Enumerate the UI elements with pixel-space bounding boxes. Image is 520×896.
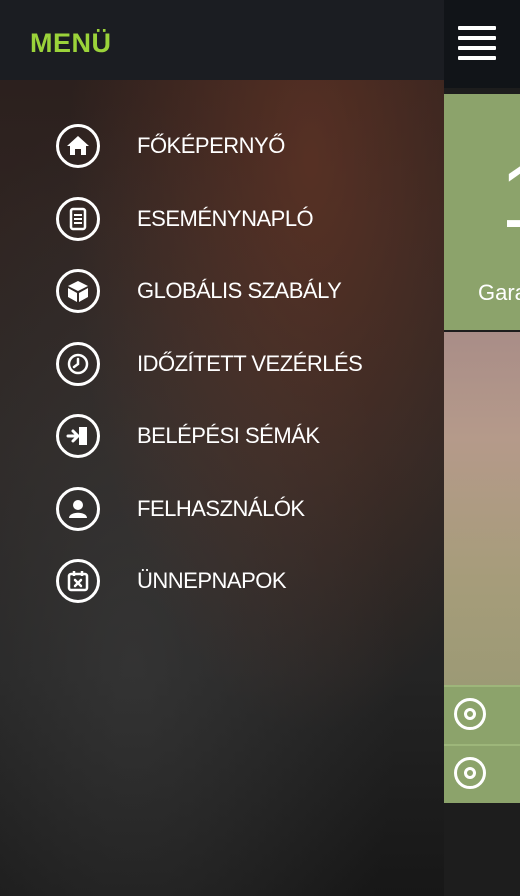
menu-title: MENÜ: [30, 28, 112, 58]
menu-item-label: GLOBÁLIS SZABÁLY: [137, 278, 342, 304]
drawer-header: MENÜ: [0, 0, 444, 80]
menu-list: FŐKÉPERNYŐ ESEMÉNYNAPLÓ GLOBÁLIS SZABÁLY…: [0, 110, 444, 618]
menu-item-label: ESEMÉNYNAPLÓ: [137, 205, 314, 231]
status-count: 1: [500, 150, 520, 242]
menu-item-global-rule[interactable]: GLOBÁLIS SZABÁLY: [0, 255, 444, 328]
menu-item-event-log[interactable]: ESEMÉNYNAPLÓ: [0, 183, 444, 256]
top-bar: [444, 0, 520, 88]
navigation-drawer: MENÜ FŐKÉPERNYŐ ESEMÉNYNAPLÓ GLOBÁLIS SZ…: [0, 0, 444, 896]
menu-item-holidays[interactable]: ÜNNEPNAPOK: [0, 545, 444, 618]
menu-item-label: BELÉPÉSI SÉMÁK: [137, 423, 320, 449]
box-icon: [56, 269, 100, 314]
camera-icon: [454, 698, 486, 730]
menu-item-label: IDŐZÍTETT VEZÉRLÉS: [137, 350, 363, 376]
user-icon: [56, 486, 100, 531]
entry-icon: [56, 414, 100, 459]
home-icon: [56, 124, 100, 169]
background-screen: 1 Gara: [444, 0, 520, 896]
background-photo: [444, 332, 520, 687]
menu-item-scheduled-control[interactable]: IDŐZÍTETT VEZÉRLÉS: [0, 328, 444, 401]
menu-item-users[interactable]: FELHASZNÁLÓK: [0, 473, 444, 546]
camera-icon: [454, 757, 486, 789]
calendar-icon: [56, 559, 100, 604]
menu-item-label: FŐKÉPERNYŐ: [137, 133, 285, 159]
menu-item-label: FELHASZNÁLÓK: [137, 495, 305, 521]
status-label: Gara: [478, 280, 520, 305]
menu-item-home[interactable]: FŐKÉPERNYŐ: [0, 110, 444, 183]
clock-icon: [56, 341, 100, 386]
document-icon: [56, 196, 100, 241]
hamburger-icon[interactable]: [458, 26, 496, 60]
camera-row[interactable]: [444, 685, 520, 744]
menu-item-entry-schemes[interactable]: BELÉPÉSI SÉMÁK: [0, 400, 444, 473]
menu-item-label: ÜNNEPNAPOK: [137, 568, 287, 594]
camera-row[interactable]: [444, 744, 520, 803]
